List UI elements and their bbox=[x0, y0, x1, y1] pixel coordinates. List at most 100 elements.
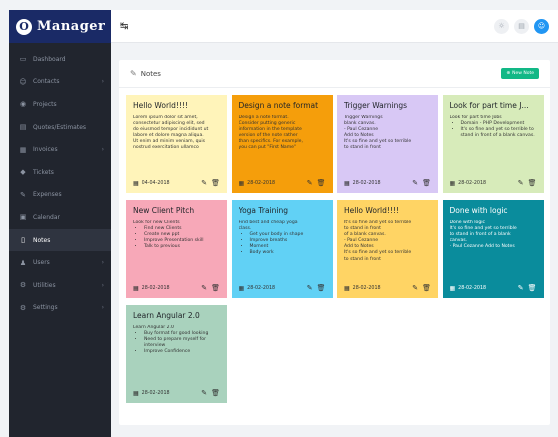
apps-icon[interactable]: ▤ bbox=[514, 18, 529, 34]
note-title: Yoga Training bbox=[238, 206, 289, 215]
trash-icon[interactable]: 🗑 bbox=[422, 284, 431, 292]
note-footer: ▦ 28-02-2018 ✎ 🗑 bbox=[344, 179, 431, 187]
note-footer: ▦ 04-04-2018 ✎ 🗑 bbox=[133, 179, 220, 187]
note-card[interactable]: Yoga Training Find best and cheap yoga cla… bbox=[231, 200, 333, 298]
sidebar-item-icon: ▦ bbox=[19, 145, 27, 154]
sidebar-item-projects[interactable]: ◉ Projects bbox=[9, 93, 111, 116]
edit-icon[interactable]: ✎ bbox=[201, 389, 207, 397]
sidebar-item-notes[interactable]: ▯ Notes bbox=[9, 228, 111, 252]
note-actions: ✎ 🗑 bbox=[201, 179, 220, 187]
chevron-right-icon: › bbox=[101, 259, 104, 267]
sidebar-item-label: Dashboard bbox=[33, 55, 66, 63]
note-body: Learn Angular 2.0Buy format for good loo… bbox=[133, 325, 220, 373]
edit-icon[interactable]: ✎ bbox=[412, 284, 418, 292]
note-bullet: Body work bbox=[250, 250, 326, 256]
sidebar-item-label: Invoices bbox=[33, 146, 58, 154]
notes-panel: ✎ Notes ⊕ New Note Hello World!!!! Lorem … bbox=[119, 60, 550, 425]
sidebar-item-settings[interactable]: ⚙ Settings › bbox=[9, 297, 111, 320]
edit-icon[interactable]: ✎ bbox=[518, 179, 524, 187]
page-title: ✎ Notes bbox=[130, 69, 161, 78]
sidebar: O Manager ▭ Dashboard ☺ Contacts › ◉ Projects ▤… bbox=[9, 10, 111, 437]
calendar-icon: ▦ bbox=[449, 179, 456, 187]
note-actions: ✎ 🗑 bbox=[518, 179, 537, 187]
sidebar-item-icon: ⚙ bbox=[19, 303, 27, 312]
trash-icon[interactable]: 🗑 bbox=[211, 179, 220, 187]
sidebar-item-icon: ♟ bbox=[19, 258, 27, 267]
trash-icon[interactable]: 🗑 bbox=[211, 389, 220, 397]
note-title: Trigger Warnings bbox=[344, 101, 407, 110]
sidebar-item-label: Utilities bbox=[33, 281, 56, 289]
trash-icon[interactable]: 🗑 bbox=[317, 179, 326, 187]
note-body: Design a note format. Consider putting ge… bbox=[239, 115, 326, 163]
sidebar-item-label: Quotes/Estimates bbox=[33, 123, 87, 131]
sidebar-item-icon: ◆ bbox=[20, 168, 26, 177]
note-footer: ▦ 28-02-2018 ✎ 🗑 bbox=[344, 284, 431, 292]
sidebar-item-icon: ▣ bbox=[19, 213, 27, 222]
chevron-right-icon: › bbox=[101, 281, 104, 289]
note-title: Design a note format bbox=[238, 101, 319, 110]
menu-toggle-icon[interactable]: ↹ bbox=[120, 21, 128, 32]
plus-icon: ⊕ bbox=[506, 71, 511, 76]
note-bullet: Talk to previous bbox=[144, 244, 220, 250]
note-card[interactable]: Hello World!!!! Lorem ipsum dolor sit ame… bbox=[126, 95, 227, 193]
brightness-icon[interactable]: ☼ bbox=[494, 18, 509, 34]
note-title: Hello World!!!! bbox=[133, 101, 188, 110]
sidebar-item-dashboard[interactable]: ▭ Dashboard bbox=[9, 48, 111, 71]
chevron-right-icon: › bbox=[101, 146, 104, 154]
sidebar-item-calendar[interactable]: ▣ Calendar bbox=[9, 206, 111, 229]
sidebar-item-tickets[interactable]: ◆ Tickets bbox=[9, 161, 111, 184]
sidebar-item-icon: ✎ bbox=[20, 190, 26, 199]
note-actions: ✎ 🗑 bbox=[307, 179, 326, 187]
sidebar-item-contacts[interactable]: ☺ Contacts › bbox=[9, 71, 111, 94]
note-card[interactable]: Trigger Warnings Trigger Warnings blank ca… bbox=[337, 95, 438, 193]
note-bullet: It's so fine and yet so terrible to stan… bbox=[461, 127, 537, 139]
sidebar-item-expenses[interactable]: ✎ Expenses bbox=[9, 184, 111, 207]
note-card[interactable]: Look for part time J... Look for part tim… bbox=[442, 95, 544, 193]
note-title: Learn Angular 2.0 bbox=[133, 311, 200, 320]
edit-icon[interactable]: ✎ bbox=[307, 284, 313, 292]
note-title: Hello World!!!! bbox=[344, 206, 399, 215]
sidebar-item-quotes-estimates[interactable]: ▤ Quotes/Estimates bbox=[9, 116, 111, 139]
trash-icon[interactable]: 🗑 bbox=[317, 284, 326, 292]
note-footer: ▦ 28-02-2018 ✎ 🗑 bbox=[239, 284, 326, 292]
trash-icon[interactable]: 🗑 bbox=[528, 284, 537, 292]
sidebar-item-utilities[interactable]: ⚙ Utilities › bbox=[9, 274, 111, 297]
note-card[interactable]: Hello World!!!! It's so fine and yet so t… bbox=[337, 200, 438, 298]
edit-icon[interactable]: ✎ bbox=[518, 284, 524, 292]
notes-grid: Hello World!!!! Lorem ipsum dolor sit ame… bbox=[126, 95, 544, 403]
sidebar-item-icon: ▯ bbox=[21, 236, 25, 245]
note-actions: ✎ 🗑 bbox=[307, 284, 326, 292]
trash-icon[interactable]: 🗑 bbox=[422, 179, 431, 187]
edit-icon[interactable]: ✎ bbox=[307, 179, 313, 187]
calendar-icon: ▦ bbox=[133, 284, 139, 292]
chevron-right-icon: › bbox=[101, 304, 104, 312]
note-actions: ✎ 🗑 bbox=[201, 284, 220, 292]
note-card[interactable]: Done with logic Done with logic It's so fi… bbox=[442, 200, 544, 298]
note-text-line: to stand in front bbox=[344, 256, 381, 262]
note-card[interactable]: Learn Angular 2.0 Learn Angular 2.0Buy fo… bbox=[126, 305, 227, 403]
note-actions: ✎ 🗑 bbox=[201, 389, 220, 397]
edit-icon[interactable]: ✎ bbox=[412, 179, 418, 187]
note-actions: ✎ 🗑 bbox=[518, 284, 537, 292]
note-card[interactable]: Design a note format Design a note format… bbox=[231, 95, 333, 193]
trash-icon[interactable]: 🗑 bbox=[528, 179, 537, 187]
new-note-button[interactable]: ⊕ New Note bbox=[501, 68, 539, 79]
user-avatar-icon[interactable]: ☺ bbox=[534, 18, 549, 34]
trash-icon[interactable]: 🗑 bbox=[211, 284, 220, 292]
sidebar-item-label: Contacts bbox=[33, 78, 60, 86]
note-date: 28-02-2018 bbox=[141, 285, 170, 291]
sidebar-item-users[interactable]: ♟ Users › bbox=[9, 251, 111, 274]
topbar-actions: ☼ ▤ ☺ bbox=[494, 18, 549, 34]
edit-icon[interactable]: ✎ bbox=[201, 179, 207, 187]
note-actions: ✎ 🗑 bbox=[412, 179, 431, 187]
sidebar-item-label: Tickets bbox=[33, 168, 54, 176]
sidebar-item-label: Users bbox=[33, 259, 50, 267]
note-actions: ✎ 🗑 bbox=[412, 284, 431, 292]
brand[interactable]: O Manager bbox=[9, 10, 111, 43]
sidebar-item-invoices[interactable]: ▦ Invoices › bbox=[9, 138, 111, 161]
note-bullet: Need to prepare myself for interview bbox=[144, 337, 220, 349]
calendar-icon: ▦ bbox=[133, 179, 139, 187]
note-footer: ▦ 28-02-2018 ✎ 🗑 bbox=[239, 179, 326, 187]
note-card[interactable]: New Client Pitch Look for new ClientsFind… bbox=[126, 200, 227, 298]
edit-icon[interactable]: ✎ bbox=[201, 284, 207, 292]
